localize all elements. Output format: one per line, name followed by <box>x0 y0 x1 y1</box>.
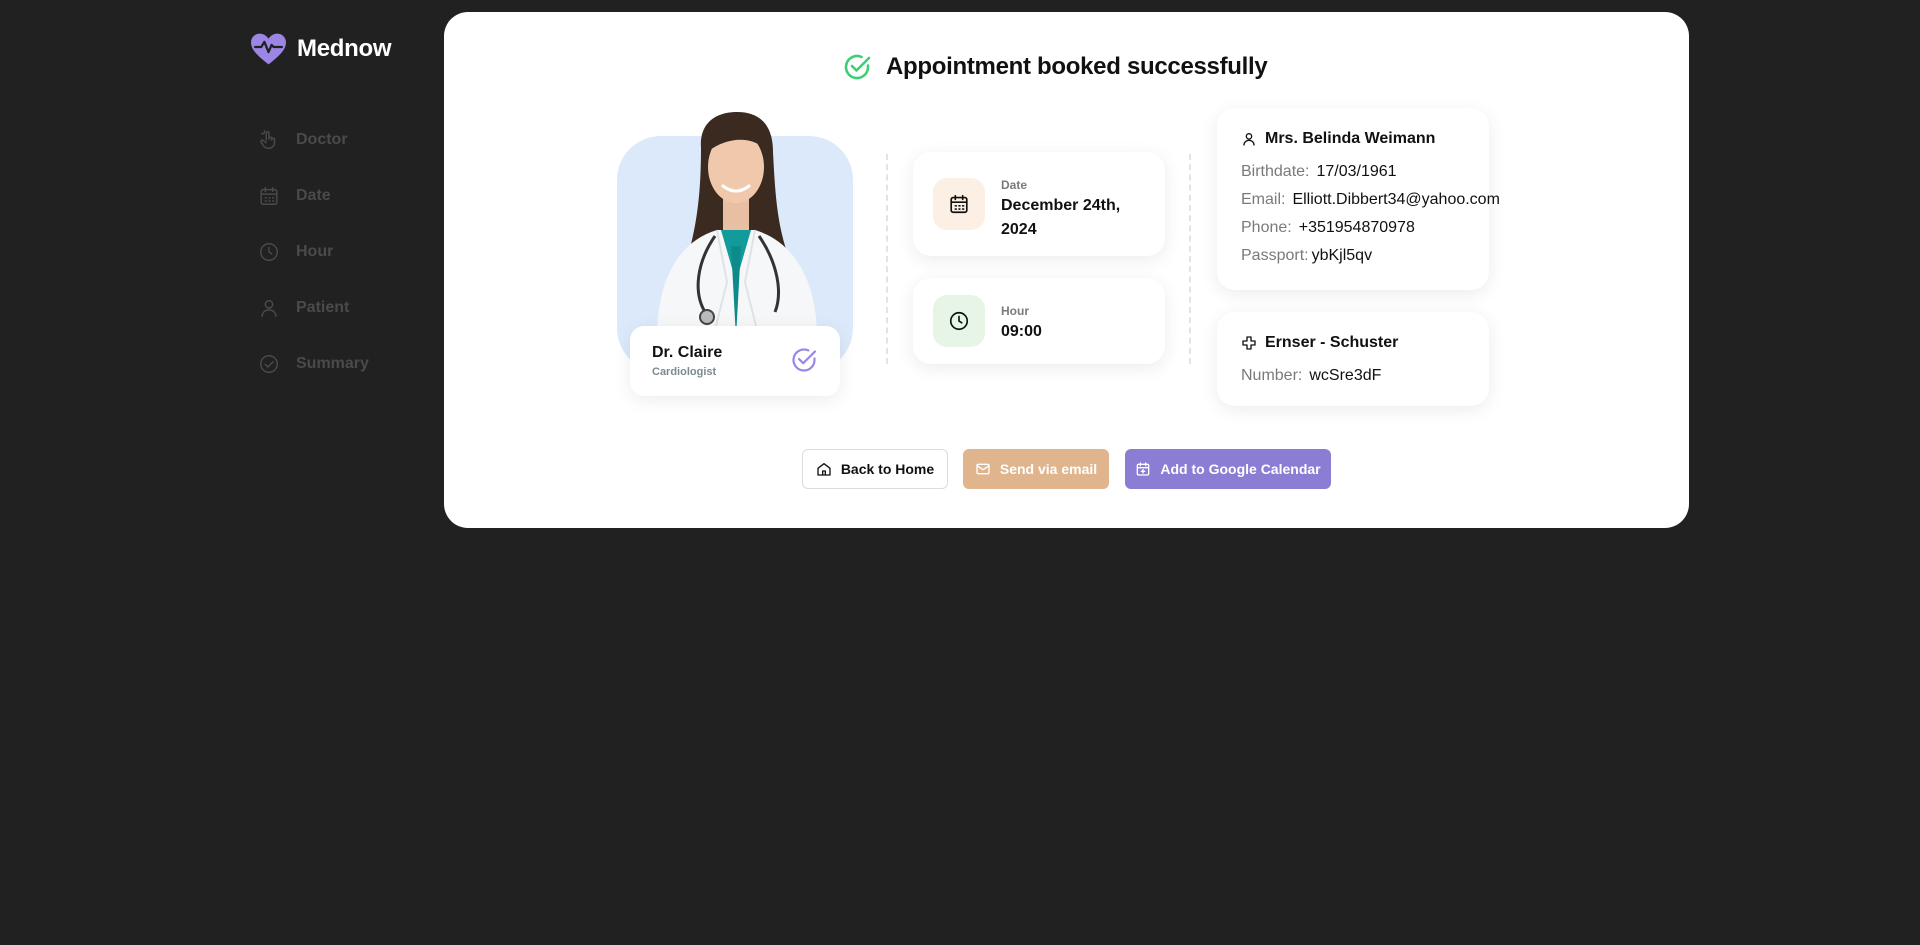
insurance-header: Ernser - Schuster <box>1241 334 1398 352</box>
clock-icon <box>260 243 278 261</box>
sidebar-item-label: Summary <box>296 355 369 372</box>
hour-label: Hour <box>1001 304 1029 318</box>
success-check-icon <box>844 54 871 80</box>
phone-label: Phone: <box>1241 219 1292 236</box>
patient-card: Mrs. Belinda Weimann Birthdate: 17/03/196… <box>1217 108 1500 290</box>
doctor-specialty: Cardiologist <box>652 366 717 378</box>
hand-pointer-icon <box>260 130 276 149</box>
birthdate-row: Birthdate: 17/03/1961 <box>1241 163 1397 181</box>
date-label: Date <box>1001 178 1028 192</box>
sidebar-item-label: Doctor <box>296 131 348 148</box>
phone-row: Phone: +351954870978 <box>1241 219 1415 237</box>
app-logo[interactable]: Mednow <box>250 32 392 66</box>
date-value-line1: December 24th, <box>1001 197 1121 214</box>
back-to-home-button[interactable]: Back to Home <box>802 449 948 489</box>
doctor-name: Dr. Claire <box>652 344 723 361</box>
mail-icon <box>976 463 990 475</box>
patient-header: Mrs. Belinda Weimann <box>1241 130 1435 148</box>
heart-pulse-icon <box>251 33 286 65</box>
passport-row: Passport: ybKjl5qv <box>1241 247 1372 265</box>
hour-tile: Hour 09:00 <box>913 278 1165 364</box>
doctor-photo <box>657 112 817 338</box>
medical-cross-icon <box>1242 336 1256 350</box>
sidebar-item-label: Patient <box>296 299 350 316</box>
insurance-card: Ernser - Schuster Number: wcSre3dF <box>1217 312 1489 406</box>
home-icon <box>817 463 831 476</box>
page-title: Appointment booked successfully <box>886 53 1268 80</box>
phone-value: +351954870978 <box>1298 219 1415 236</box>
clock-icon <box>949 311 969 331</box>
sidebar-item-hour[interactable]: Hour <box>258 224 369 280</box>
sidebar-item-patient[interactable]: Patient <box>258 280 369 336</box>
calendar-icon <box>260 187 278 205</box>
sidebar-item-doctor[interactable]: Doctor <box>258 112 369 168</box>
verified-check-icon <box>792 348 817 372</box>
success-header: Appointment booked successfully <box>842 52 1268 82</box>
insurance-number-label: Number: <box>1241 367 1303 384</box>
passport-label: Passport: <box>1241 247 1309 264</box>
check-circle-icon <box>260 355 278 373</box>
hour-icon-box <box>933 295 985 347</box>
send-via-email-label: Send via email <box>999 461 1098 477</box>
add-to-google-calendar-button[interactable]: Add to Google Calendar <box>1125 449 1331 489</box>
sidebar-item-summary[interactable]: Summary <box>258 336 369 392</box>
insurance-name: Ernser - Schuster <box>1265 334 1399 351</box>
email-row: Email: Elliott.Dibbert34@yahoo.com <box>1241 191 1500 209</box>
add-to-google-calendar-label: Add to Google Calendar <box>1160 461 1321 477</box>
sidebar-item-label: Date <box>296 187 331 204</box>
send-via-email-button[interactable]: Send via email <box>963 449 1109 489</box>
birthdate-label: Birthdate: <box>1241 163 1310 180</box>
sidebar-item-label: Hour <box>296 243 334 260</box>
date-icon-box <box>933 178 985 230</box>
patient-name: Mrs. Belinda Weimann <box>1265 130 1436 147</box>
calendar-add-icon <box>1137 462 1150 476</box>
sidebar-nav: Doctor Date Hour Patient Summary <box>258 112 369 392</box>
user-icon <box>1243 133 1255 146</box>
calendar-icon <box>950 194 968 214</box>
email-value: Elliott.Dibbert34@yahoo.com <box>1292 191 1500 208</box>
date-value-line2: 2024 <box>1001 221 1037 238</box>
insurance-number-value: wcSre3dF <box>1309 367 1382 384</box>
hour-value: 09:00 <box>1001 323 1042 340</box>
user-icon <box>261 299 277 317</box>
email-label: Email: <box>1241 191 1286 208</box>
summary-card: Appointment booked successfully Dr. Clai… <box>444 12 1689 528</box>
insurance-number-row: Number: wcSre3dF <box>1241 367 1381 385</box>
divider <box>1189 154 1191 364</box>
passport-value: ybKjl5qv <box>1311 247 1373 264</box>
back-to-home-label: Back to Home <box>840 461 935 477</box>
sidebar-item-date[interactable]: Date <box>258 168 369 224</box>
divider <box>886 154 888 364</box>
date-tile: Date December 24th, 2024 <box>913 152 1165 256</box>
app-name: Mednow <box>297 35 392 62</box>
birthdate-value: 17/03/1961 <box>1316 163 1397 180</box>
doctor-card[interactable]: Dr. Claire Cardiologist <box>630 326 840 396</box>
